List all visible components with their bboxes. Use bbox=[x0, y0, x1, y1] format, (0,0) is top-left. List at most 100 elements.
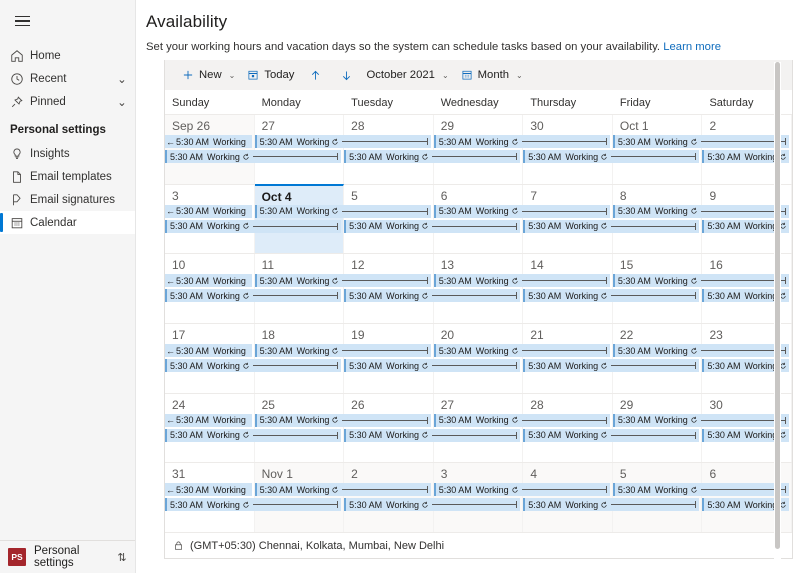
calendar-event[interactable]: 5:30 AM Working bbox=[523, 289, 700, 303]
previous-period-button[interactable] bbox=[300, 69, 331, 82]
event-duration-bar bbox=[252, 292, 339, 300]
day-name-friday: Friday bbox=[619, 96, 651, 109]
view-selector[interactable]: Month ⌄ bbox=[455, 62, 529, 88]
event-duration-bar bbox=[432, 222, 518, 230]
calendar-day-cell[interactable]: Oct 4 bbox=[254, 183, 345, 254]
timezone-label: (GMT+05:30) Chennai, Kolkata, Mumbai, Ne… bbox=[190, 539, 445, 552]
day-number: 26 bbox=[351, 397, 365, 412]
sidebar-item-label: Insights bbox=[30, 147, 70, 160]
recurrence-icon bbox=[419, 501, 429, 509]
calendar-event[interactable]: ← 5:30 AM Working bbox=[165, 274, 252, 288]
event-duration-bar bbox=[342, 138, 428, 145]
calendar-event[interactable]: 5:30 AM Working bbox=[344, 428, 521, 442]
calendar-event[interactable]: ← 5:30 AM Working bbox=[165, 413, 252, 427]
sidebar-item-calendar[interactable]: Calendar bbox=[0, 211, 135, 234]
chevron-down-icon[interactable]: ⌄ bbox=[229, 71, 236, 80]
event-time: 5:30 AM bbox=[259, 484, 293, 495]
calendar-event[interactable]: 5:30 AM Working bbox=[433, 344, 610, 358]
sidebar-item-recent[interactable]: Recent ⌄ bbox=[0, 67, 135, 90]
event-title: Working bbox=[654, 136, 688, 147]
calendar-event[interactable]: 5:30 AM Working bbox=[523, 359, 700, 373]
calendar-event[interactable]: ← 5:30 AM Working bbox=[165, 135, 252, 148]
calendar-event[interactable]: 5:30 AM Working bbox=[165, 289, 342, 303]
calendar-event[interactable]: 5:30 AM Working bbox=[433, 135, 610, 148]
hamburger-icon[interactable] bbox=[4, 4, 40, 38]
calendar-event[interactable]: 5:30 AM Working bbox=[523, 428, 700, 442]
updown-chevron-icon[interactable]: ⇅ bbox=[115, 551, 129, 564]
recurrence-icon bbox=[240, 222, 250, 230]
calendar-event[interactable]: 5:30 AM Working bbox=[344, 359, 521, 373]
calendar-event[interactable]: 5:30 AM Working bbox=[523, 498, 700, 512]
calendar-icon bbox=[10, 215, 27, 231]
calendar-event[interactable]: 5:30 AM Working bbox=[165, 150, 342, 163]
event-duration-bar bbox=[432, 153, 518, 160]
sidebar-item-insights[interactable]: Insights bbox=[0, 142, 135, 165]
app-root: Home Recent ⌄ Pinned ⌄ Personal settings bbox=[0, 0, 800, 573]
calendar-event[interactable]: 5:30 AM Working bbox=[254, 344, 431, 358]
calendar-event[interactable]: 5:30 AM Working bbox=[165, 498, 342, 512]
calendar-event[interactable]: 5:30 AM Working bbox=[433, 413, 610, 427]
event-duration-bar bbox=[342, 277, 428, 285]
sidebar-item-pinned[interactable]: Pinned ⌄ bbox=[0, 90, 135, 113]
day-number: 24 bbox=[172, 397, 186, 412]
calendar-event[interactable]: 5:30 AM Working bbox=[612, 344, 789, 358]
calendar-event[interactable]: 5:30 AM Working bbox=[344, 289, 521, 303]
sidebar-section-title: Personal settings bbox=[10, 124, 106, 136]
vertical-scrollbar[interactable] bbox=[774, 62, 781, 562]
lock-icon bbox=[173, 540, 184, 551]
calendar-event[interactable]: 5:30 AM Working bbox=[165, 428, 342, 442]
day-number: 12 bbox=[351, 258, 365, 273]
sidebar-item-email-templates[interactable]: Email templates bbox=[0, 165, 135, 188]
chevron-down-icon[interactable]: ⌄ bbox=[115, 72, 129, 86]
event-title: Working bbox=[475, 275, 509, 286]
calendar-event[interactable]: 5:30 AM Working bbox=[254, 135, 431, 148]
calendar-event[interactable]: 5:30 AM Working bbox=[523, 219, 700, 233]
calendar-event[interactable]: 5:30 AM Working bbox=[165, 219, 342, 233]
calendar-event[interactable]: 5:30 AM Working bbox=[254, 413, 431, 427]
chevron-down-icon[interactable]: ⌄ bbox=[115, 95, 129, 109]
calendar-event[interactable]: 5:30 AM Working bbox=[523, 150, 700, 163]
calendar-event[interactable]: ← 5:30 AM Working bbox=[165, 344, 252, 358]
event-title: Working bbox=[207, 499, 240, 510]
sidebar-item-email-signatures[interactable]: Email signatures bbox=[0, 188, 135, 211]
day-number: 10 bbox=[172, 258, 186, 273]
calendar-event[interactable]: 5:30 AM Working bbox=[165, 359, 342, 373]
day-number: Nov 1 bbox=[261, 467, 293, 482]
calendar-event[interactable]: 5:30 AM Working bbox=[344, 150, 521, 163]
calendar-event[interactable]: 5:30 AM Working bbox=[254, 483, 431, 497]
day-number: Sep 26 bbox=[172, 119, 211, 133]
event-title: Working bbox=[744, 151, 778, 162]
sidebar-app-switcher[interactable]: PS Personal settings ⇅ bbox=[0, 540, 135, 573]
calendar-event[interactable]: 5:30 AM Working bbox=[344, 219, 521, 233]
event-duration-bar bbox=[521, 416, 608, 424]
chevron-down-icon[interactable]: ⌄ bbox=[516, 71, 523, 80]
next-period-button[interactable] bbox=[331, 69, 362, 82]
event-duration-bar bbox=[611, 153, 697, 160]
event-title: Working bbox=[207, 151, 240, 162]
calendar-event[interactable]: 5:30 AM Working bbox=[612, 135, 789, 148]
today-button[interactable]: Today bbox=[241, 62, 300, 88]
event-duration-bar bbox=[342, 207, 428, 215]
calendar-event[interactable]: 5:30 AM Working bbox=[433, 204, 610, 218]
calendar-event[interactable]: 5:30 AM Working bbox=[612, 274, 789, 288]
calendar-event[interactable]: ← 5:30 AM Working bbox=[165, 483, 252, 497]
calendar-event[interactable]: 5:30 AM Working bbox=[612, 483, 789, 497]
calendar-event[interactable]: ← 5:30 AM Working bbox=[165, 204, 252, 218]
calendar-event[interactable]: 5:30 AM Working bbox=[254, 274, 431, 288]
chevron-down-icon[interactable]: ⌄ bbox=[442, 71, 449, 80]
calendar-event[interactable]: 5:30 AM Working bbox=[254, 204, 431, 218]
event-time: 5:30 AM bbox=[170, 430, 204, 441]
calendar-event[interactable]: 5:30 AM Working bbox=[612, 204, 789, 218]
calendar-event[interactable]: 5:30 AM Working bbox=[612, 413, 789, 427]
calendar-event[interactable]: 5:30 AM Working bbox=[433, 274, 610, 288]
scrollbar-thumb[interactable] bbox=[775, 62, 780, 549]
event-title: Working bbox=[475, 415, 509, 426]
event-duration-bar bbox=[611, 362, 697, 370]
calendar-event[interactable]: 5:30 AM Working bbox=[433, 483, 610, 497]
recurrence-icon bbox=[419, 222, 429, 230]
learn-more-link[interactable]: Learn more bbox=[663, 41, 721, 53]
period-selector[interactable]: October 2021 ⌄ bbox=[362, 62, 454, 88]
calendar-event[interactable]: 5:30 AM Working bbox=[344, 498, 521, 512]
new-button[interactable]: New ⌄ bbox=[176, 62, 241, 88]
sidebar-item-home[interactable]: Home bbox=[0, 44, 135, 67]
